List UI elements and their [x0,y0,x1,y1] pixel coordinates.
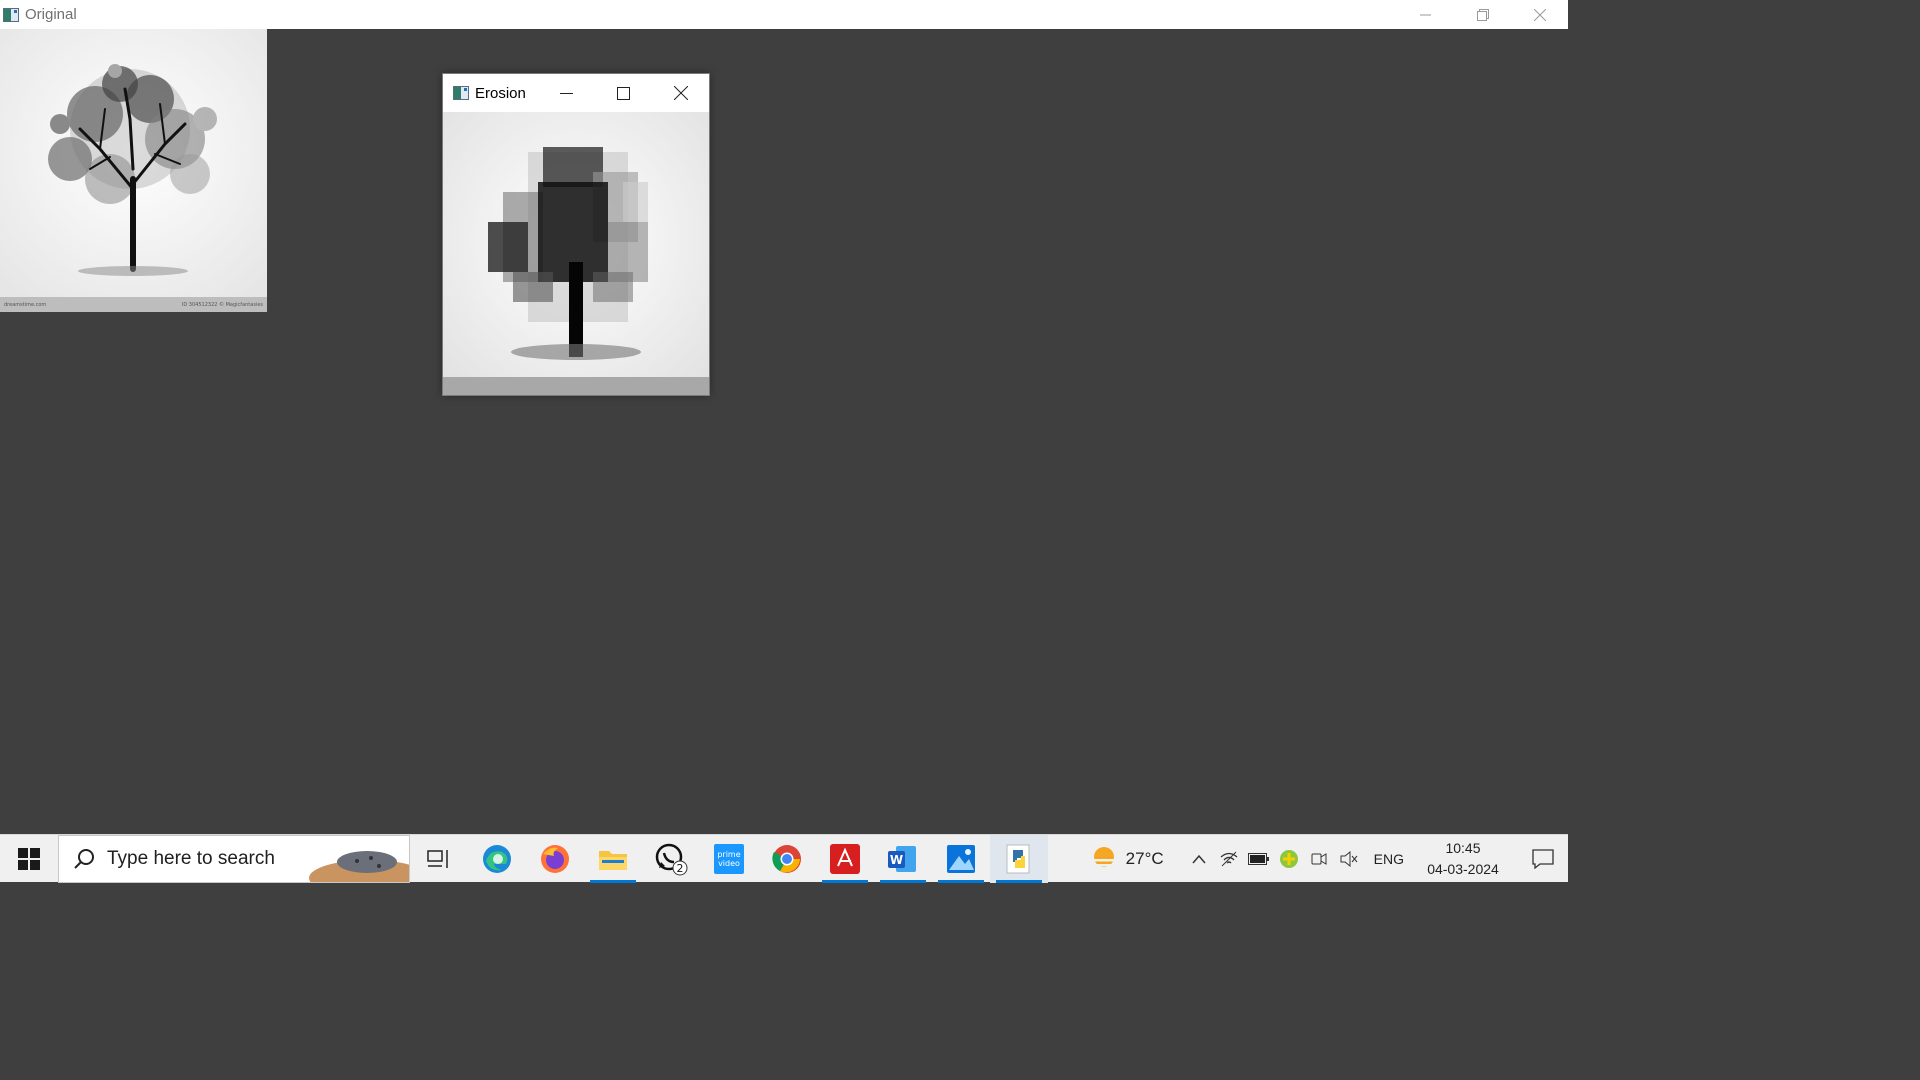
clock-date: 04-03-2024 [1427,860,1499,877]
close-icon [1533,8,1546,21]
meet-now-button[interactable] [1304,835,1334,883]
taskbar-app-photos[interactable] [932,835,990,883]
restore-icon [1476,8,1489,21]
prime-video-icon: prime video [714,843,744,874]
plus-circle-icon [1279,849,1298,868]
restore-button[interactable] [1454,0,1511,29]
original-window-titlebar[interactable]: Original [0,0,1568,29]
erosion-window-controls [538,74,709,112]
start-button[interactable] [0,835,58,883]
svg-text:prime: prime [717,850,740,859]
taskbar-app-firefox[interactable] [526,835,584,883]
network-button[interactable] [1214,835,1244,883]
clock[interactable]: 10:45 04-03-2024 [1418,838,1508,880]
search-input[interactable]: Type here to search [58,834,410,883]
acrobat-icon [830,843,860,874]
erosion-window-titlebar[interactable]: Erosion [443,74,709,112]
taskbar-app-chrome[interactable] [758,835,816,883]
taskbar-app-word[interactable]: W [874,835,932,883]
volume-button[interactable] [1334,835,1364,883]
battery-button[interactable] [1244,835,1274,883]
opencv-window-icon [453,86,469,100]
windows-logo-icon [18,847,40,870]
eroded-tree-image [443,112,709,395]
original-image: dreamstime.com ID 304512322 © Magicfanta… [0,29,267,312]
photos-icon [947,844,975,873]
meet-now-icon [1311,852,1327,865]
taskbar-app-acrobat[interactable] [816,835,874,883]
action-center-button[interactable] [1518,835,1568,883]
maximize-icon [617,86,630,100]
minimize-icon [560,92,573,94]
erosion-window[interactable]: Erosion [442,73,710,396]
tree-image [0,29,267,297]
folder-icon [599,850,627,870]
close-button[interactable] [1511,0,1568,29]
original-window-title: Original [25,6,77,23]
original-window-controls [1397,0,1568,29]
search-highlight-art [309,835,409,882]
search-icon [74,848,94,869]
image-footer: dreamstime.com ID 304512322 © Magicfanta… [0,297,267,312]
image-footer-right: ID 304512322 © Magicfantasies [181,301,263,308]
word-icon: W [888,845,916,872]
weather-sun-haze-icon [1092,846,1115,867]
chevron-up-icon [1192,854,1206,863]
image-footer-left: dreamstime.com [4,301,47,308]
show-hidden-icons-button[interactable] [1184,835,1214,883]
erosion-window-title: Erosion [475,84,526,102]
erosion-image [443,112,709,395]
whatsapp-badge: 2 [677,862,684,875]
whatsapp-icon: 2 [655,843,688,875]
chrome-icon [772,844,801,873]
taskbar-app-edge[interactable] [468,835,526,883]
taskbar-app-python[interactable] [990,834,1048,883]
taskbar-app-file-explorer[interactable] [584,835,642,883]
weather-temperature: 27°C [1125,848,1164,868]
svg-text:W: W [890,853,903,867]
firefox-icon [541,844,569,873]
erosion-maximize-button[interactable] [595,74,652,112]
erosion-minimize-button[interactable] [538,74,595,112]
weather-widget[interactable]: 27°C [1090,845,1164,873]
battery-icon [1247,852,1269,865]
edge-icon [483,844,511,873]
svg-text:video: video [718,859,740,868]
clock-time: 10:45 [1445,839,1481,856]
python-icon [1006,844,1030,873]
notification-icon [1532,848,1554,869]
taskbar: Type here to search 2 prime video W 27°C… [0,834,1568,883]
language-indicator[interactable]: ENG [1374,851,1404,867]
volume-muted-icon [1340,850,1358,867]
taskbar-app-whatsapp[interactable]: 2 [642,835,700,883]
minimize-icon [1419,14,1431,15]
system-tray: 27°C ENG 10:45 04-03-2024 [1090,835,1568,883]
erosion-close-button[interactable] [652,74,709,112]
tray-app-button[interactable] [1274,835,1304,883]
wifi-icon [1220,851,1238,866]
minimize-button[interactable] [1397,0,1454,29]
close-icon [673,86,688,100]
task-view-button[interactable] [410,835,468,883]
search-placeholder: Type here to search [107,847,275,869]
taskbar-app-prime-video[interactable]: prime video [700,835,758,883]
opencv-window-icon [3,7,19,22]
task-view-icon [427,849,448,868]
